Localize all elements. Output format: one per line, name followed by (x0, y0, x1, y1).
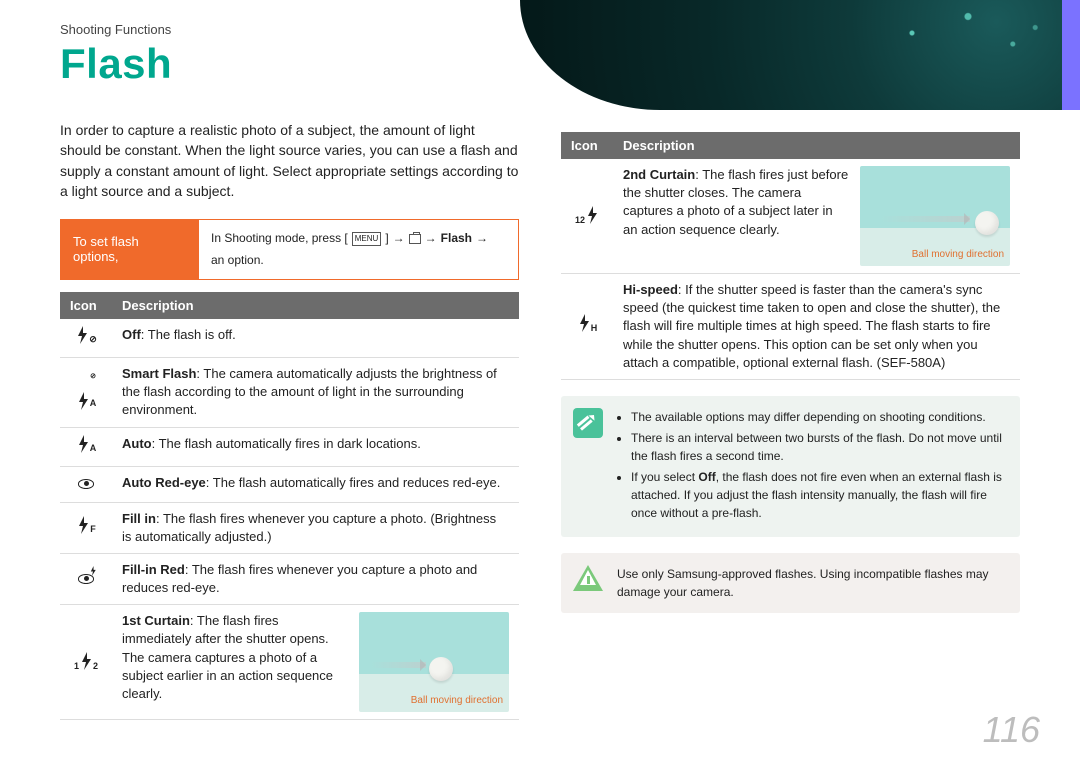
intro-paragraph: In order to capture a realistic photo of… (60, 120, 519, 201)
flash-off-icon: ⊘ (75, 326, 97, 344)
table-row: 12 1st Curtain: The flash fires immediat… (60, 605, 519, 720)
second-curtain-thumbnail: Ball moving direction (860, 166, 1010, 266)
ball-icon (975, 211, 999, 235)
th-icon: Icon (561, 132, 613, 159)
row-bold: 2nd Curtain (623, 167, 695, 182)
motion-arrow-icon (880, 216, 970, 222)
smart-flash-icon: ⊘A (76, 368, 97, 410)
row-bold: Hi-speed (623, 282, 678, 297)
table-row: H Hi-speed: If the shutter speed is fast… (561, 274, 1020, 380)
motion-arrow-icon (371, 662, 426, 668)
arrow-icon: → (425, 230, 437, 247)
row-text: : If the shutter speed is faster than th… (623, 282, 1000, 370)
second-curtain-icon: 12 (575, 206, 599, 224)
row-bold: Fill-in Red (122, 562, 185, 577)
set-flash-options-box: To set flash options, In Shooting mode, … (60, 219, 519, 280)
row-text: : The flash is off. (141, 327, 236, 342)
row-bold: Auto (122, 436, 152, 451)
arrow-icon: → (476, 230, 488, 247)
breadcrumb: Shooting Functions (60, 22, 171, 37)
opt-text: an option. (211, 252, 264, 269)
warning-text: Use only Samsung-approved flashes. Using… (617, 565, 1004, 601)
menu-button-glyph: MENU (352, 232, 382, 246)
row-bold: Smart Flash (122, 366, 196, 381)
opt-flash: Flash (441, 230, 472, 247)
header-banner (520, 0, 1080, 110)
row-bold: Auto Red-eye (122, 475, 206, 490)
option-instructions: In Shooting mode, press [ MENU ] → → Fla… (199, 220, 518, 279)
auto-flash-icon: A (76, 435, 97, 453)
warning-icon (573, 565, 603, 593)
flash-options-table-left: Icon Description ⊘ Off: The flash is off… (60, 292, 519, 720)
row-text: : The flash fires whenever you capture a… (122, 511, 496, 544)
note-box: The available options may differ dependi… (561, 396, 1020, 537)
right-column: Icon Description 12 2nd Curtain: The fla… (561, 120, 1020, 720)
list-item: If you select Off, the flash does not fi… (631, 468, 1004, 522)
thumbnail-caption: Ball moving direction (912, 248, 1004, 262)
table-row: A Auto: The flash automatically fires in… (60, 427, 519, 466)
row-bold: 1st Curtain (122, 613, 190, 628)
accent-stripe (1062, 0, 1080, 110)
fill-in-red-icon (78, 569, 94, 590)
list-item: The available options may differ dependi… (631, 408, 1004, 426)
table-row: ⊘A Smart Flash: The camera automatically… (60, 357, 519, 427)
fill-in-icon: F (76, 516, 96, 534)
row-bold: Off (122, 327, 141, 342)
th-desc: Description (613, 132, 1020, 159)
list-item: There is an interval between two bursts … (631, 429, 1004, 465)
first-curtain-thumbnail: Ball moving direction (359, 612, 509, 712)
table-row: Auto Red-eye: The flash automatically fi… (60, 466, 519, 502)
note-list: The available options may differ dependi… (617, 408, 1004, 525)
opt-text: ] (385, 230, 388, 247)
row-text: : The flash automatically fires in dark … (152, 436, 421, 451)
table-row: F Fill in: The flash fires whenever you … (60, 502, 519, 553)
opt-text: In Shooting mode, press [ (211, 230, 348, 247)
first-curtain-icon: 12 (74, 652, 98, 670)
ball-icon (429, 657, 453, 681)
hi-speed-flash-icon: H (577, 314, 598, 332)
row-bold: Fill in (122, 511, 156, 526)
thumbnail-caption: Ball moving direction (411, 694, 503, 708)
page-number: 116 (983, 709, 1040, 751)
table-row: Fill-in Red: The flash fires whenever yo… (60, 553, 519, 604)
th-icon: Icon (60, 292, 112, 319)
flash-options-table-right: Icon Description 12 2nd Curtain: The fla… (561, 132, 1020, 380)
left-column: In order to capture a realistic photo of… (60, 120, 519, 720)
camera-icon (409, 234, 421, 244)
row-text: : The flash automatically fires and redu… (206, 475, 501, 490)
arrow-icon: → (393, 230, 405, 247)
table-row: ⊘ Off: The flash is off. (60, 319, 519, 358)
pen-note-icon (573, 408, 603, 438)
table-row: 12 2nd Curtain: The flash fires just bef… (561, 159, 1020, 274)
red-eye-icon (78, 479, 94, 489)
th-desc: Description (112, 292, 519, 319)
option-tab: To set flash options, (61, 220, 199, 279)
page-title: Flash (60, 40, 172, 88)
warning-box: Use only Samsung-approved flashes. Using… (561, 553, 1020, 613)
